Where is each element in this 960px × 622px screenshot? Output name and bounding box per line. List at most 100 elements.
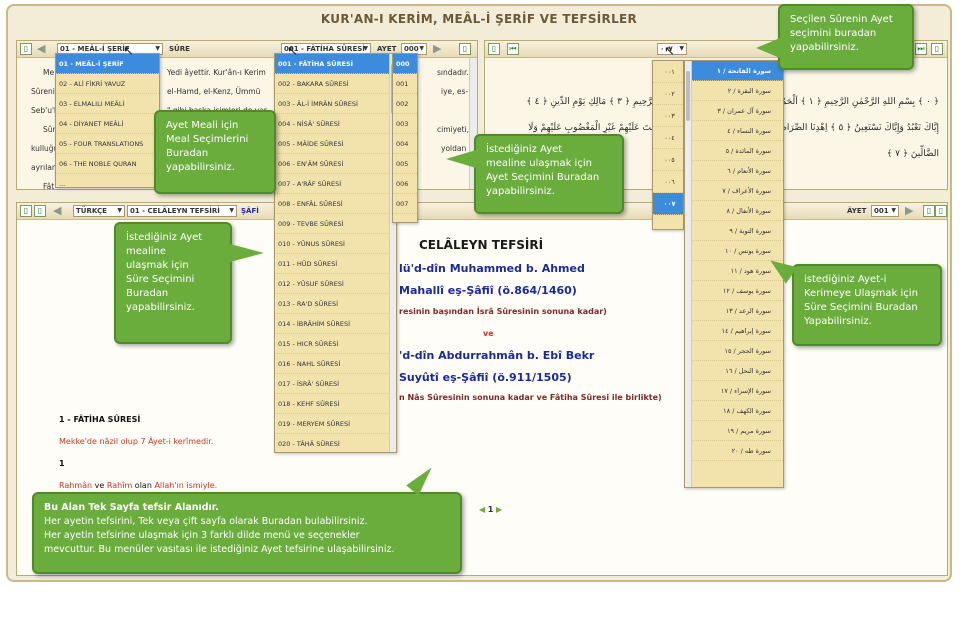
arabic-ayet-option[interactable]: ٠٠١ bbox=[653, 61, 683, 83]
arabic-sure-option[interactable]: سورة مريم / ١٩ bbox=[685, 421, 783, 441]
arabic-ayet-option[interactable]: ٠٠٢ bbox=[653, 83, 683, 105]
callout-line: Kerimeye Ulaşmak için bbox=[804, 288, 918, 299]
arabic-sure-option[interactable]: سورة الأنفال / ٨ bbox=[685, 201, 783, 221]
arabic-ayet-option[interactable]: ٠٠٣ bbox=[653, 105, 683, 127]
callout-line: Buradan bbox=[126, 288, 169, 299]
arabic-sure-option[interactable]: سورة الإسراء / ١٧ bbox=[685, 381, 783, 401]
meal-dropdown[interactable]: 01 - MEÂL-İ ŞERİF 02 - ALİ FİKRİ YAVUZ 0… bbox=[55, 53, 160, 188]
ayet-option[interactable]: 006 bbox=[393, 174, 417, 194]
sure-option[interactable]: 012 - YÛSUF SÛRESİ bbox=[275, 274, 396, 294]
ayet-option[interactable]: 001 bbox=[393, 74, 417, 94]
sure-option[interactable]: 010 - YÛNUS SÛRESİ bbox=[275, 234, 396, 254]
sure-option[interactable]: 009 - TEVBE SÛRESİ bbox=[275, 214, 396, 234]
last-ayet-icon[interactable]: ⏭ bbox=[915, 43, 927, 55]
chevron-down-icon: ▼ bbox=[117, 207, 122, 214]
meal-option[interactable]: 02 - ALİ FİKRİ YAVUZ bbox=[56, 74, 159, 94]
arabic-sure-option[interactable]: سورة النساء / ٤ bbox=[685, 121, 783, 141]
prev-arrow-icon[interactable]: ◀ bbox=[37, 43, 45, 55]
meal-option[interactable]: ... bbox=[56, 174, 159, 187]
meal-option[interactable]: 05 - FOUR TRANSLATIONS bbox=[56, 134, 159, 154]
single-page-icon[interactable]: ▯ bbox=[20, 205, 32, 217]
next-arrow-icon[interactable]: ▶ bbox=[905, 205, 913, 217]
sure-option[interactable]: 014 - İBRÂHİM SÛRESİ bbox=[275, 314, 396, 334]
ayet-option[interactable]: 005 bbox=[393, 154, 417, 174]
single-page-icon[interactable]: ▯ bbox=[20, 43, 32, 55]
sure-option[interactable]: 003 - ÂL-İ İMRÂN SÛRESİ bbox=[275, 94, 396, 114]
sure-option[interactable]: 004 - NİSÂ' SÛRESİ bbox=[275, 114, 396, 134]
ayet-option[interactable]: 003 bbox=[393, 114, 417, 134]
double-page-icon[interactable]: ▯ bbox=[935, 205, 947, 217]
tafsir-select[interactable]: 01 - CELÂLEYN TEFSİRİ ▼ bbox=[127, 205, 237, 217]
sure-option[interactable]: 015 - HICR SÛRESİ bbox=[275, 334, 396, 354]
callout-line: Seçilen Sûrenin Ayet bbox=[790, 14, 893, 25]
callout-tail bbox=[446, 150, 476, 168]
first-ayet-icon[interactable]: ⏮ bbox=[507, 43, 519, 55]
allah-text: Allah'ın ismiyle. bbox=[154, 481, 218, 490]
arabic-ayet-option[interactable]: ٠٠٤ bbox=[653, 127, 683, 149]
arabic-sure-option[interactable]: سورة الأعراف / ٧ bbox=[685, 181, 783, 201]
page-number[interactable]: 1 bbox=[488, 505, 494, 514]
ayet-dropdown[interactable]: 000 001 002 003 004 005 006 007 bbox=[392, 53, 418, 223]
next-page-icon[interactable]: ▶ bbox=[496, 505, 502, 514]
tafsir-ayet-number: 1 bbox=[59, 459, 65, 468]
arabic-sure-option[interactable]: سورة يونس / ١٠ bbox=[685, 241, 783, 261]
arabic-sure-option[interactable]: سورة طه / ٢٠ bbox=[685, 441, 783, 461]
language-select[interactable]: TÜRKÇE ▼ bbox=[73, 205, 125, 217]
arabic-ayet-option[interactable]: ٠٠٥ bbox=[653, 149, 683, 171]
sure-dropdown[interactable]: 001 - FÂTİHA SÛRESİ 002 - BAKARA SÛRESİ … bbox=[274, 53, 397, 453]
callout-tail bbox=[756, 38, 780, 58]
ayet-option[interactable]: 000 bbox=[393, 54, 417, 74]
tafsir-note-line: n Nâs Sûresinin sonuna kadar ve Fâtiha S… bbox=[399, 393, 662, 402]
meal-option[interactable]: 04 - DİYANET MEÂLİ bbox=[56, 114, 159, 134]
sure-option[interactable]: 005 - MÂİDE SÛRESİ bbox=[275, 134, 396, 154]
callout-line: Süre Seçimini bbox=[126, 274, 195, 285]
ayet-option[interactable]: 007 bbox=[393, 194, 417, 214]
arabic-ayet-option[interactable]: ٠٠٧ bbox=[653, 193, 683, 215]
sure-option[interactable]: 019 - MERYEM SÛRESİ bbox=[275, 414, 396, 434]
prev-page-icon[interactable]: ◀ bbox=[479, 505, 485, 514]
prev-arrow-icon[interactable]: ◀ bbox=[53, 205, 61, 217]
arabic-sure-option[interactable]: سورة إبراهيم / ١٤ bbox=[685, 321, 783, 341]
sure-option[interactable]: 017 - İSRÂ' SÛRESİ bbox=[275, 374, 396, 394]
arabic-sure-option[interactable]: سورة الفاتحة / ١ bbox=[685, 61, 783, 81]
arabic-sure-dropdown[interactable]: سورة الفاتحة / ١ سورة البقرة / ٢ سورة آل… bbox=[684, 60, 784, 488]
arabic-sure-option[interactable]: سورة يوسف / ١٢ bbox=[685, 281, 783, 301]
sure-option[interactable]: 016 - NAHL SÛRESİ bbox=[275, 354, 396, 374]
arabic-sure-option[interactable]: سورة الحجر / ١٥ bbox=[685, 341, 783, 361]
arabic-sure-option[interactable]: سورة البقرة / ٢ bbox=[685, 81, 783, 101]
double-page-icon[interactable]: ▯ bbox=[34, 205, 46, 217]
mouse-cursor-icon: ↖ bbox=[664, 44, 675, 59]
sure-option[interactable]: 020 - TÂHÂ SÛRESİ bbox=[275, 434, 396, 452]
arabic-sure-option[interactable]: سورة النحل / ١٦ bbox=[685, 361, 783, 381]
sure-option[interactable]: 006 - EN'ÂM SÛRESİ bbox=[275, 154, 396, 174]
ayet-option[interactable]: 004 bbox=[393, 134, 417, 154]
double-page-icon[interactable]: ▯ bbox=[931, 43, 943, 55]
meal-option[interactable]: 03 - ELMALILI MEÂLİ bbox=[56, 94, 159, 114]
sure-option[interactable]: 007 - A'RÂF SÛRESİ bbox=[275, 174, 396, 194]
single-page-icon[interactable]: ▯ bbox=[923, 205, 935, 217]
language-select-value: TÜRKÇE bbox=[76, 207, 107, 215]
meal-option[interactable]: 06 - THE NOBLE QURAN bbox=[56, 154, 159, 174]
tafsir-ayet-select[interactable]: 001 ▼ bbox=[871, 205, 899, 217]
sure-option[interactable]: 002 - BAKARA SÛRESİ bbox=[275, 74, 396, 94]
next-arrow-icon[interactable]: ▶ bbox=[433, 43, 441, 55]
tafsir-ayet-label: ÂYET bbox=[847, 207, 867, 215]
ayet-option[interactable]: 002 bbox=[393, 94, 417, 114]
single-page-icon[interactable]: ▯ bbox=[488, 43, 500, 55]
meal-option[interactable]: 01 - MEÂL-İ ŞERİF bbox=[56, 54, 159, 74]
arabic-sure-option[interactable]: سورة التوبة / ٩ bbox=[685, 221, 783, 241]
double-page-icon[interactable]: ▯ bbox=[459, 43, 471, 55]
sure-option[interactable]: 011 - HÛD SÛRESİ bbox=[275, 254, 396, 274]
sure-option[interactable]: 008 - ENFÂL SÛRESİ bbox=[275, 194, 396, 214]
sure-option[interactable]: 013 - RA'D SÛRESİ bbox=[275, 294, 396, 314]
arabic-sure-option[interactable]: سورة المائدة / ٥ bbox=[685, 141, 783, 161]
callout-line: Buradan bbox=[166, 148, 209, 159]
arabic-ayet-dropdown[interactable]: ٠٠١ ٠٠٢ ٠٠٣ ٠٠٤ ٠٠٥ ٠٠٦ ٠٠٧ bbox=[652, 60, 684, 230]
arabic-sure-option[interactable]: سورة الرعد / ١٣ bbox=[685, 301, 783, 321]
arabic-sure-option[interactable]: سورة الكهف / ١٨ bbox=[685, 401, 783, 421]
arabic-sure-option[interactable]: سورة الأنعام / ٦ bbox=[685, 161, 783, 181]
arabic-ayet-option[interactable]: ٠٠٦ bbox=[653, 171, 683, 193]
sure-option[interactable]: 018 - KEHF SÛRESİ bbox=[275, 394, 396, 414]
arabic-sure-dropdown-scrollbar[interactable] bbox=[685, 61, 692, 487]
arabic-sure-option[interactable]: سورة آل عمران / ٣ bbox=[685, 101, 783, 121]
